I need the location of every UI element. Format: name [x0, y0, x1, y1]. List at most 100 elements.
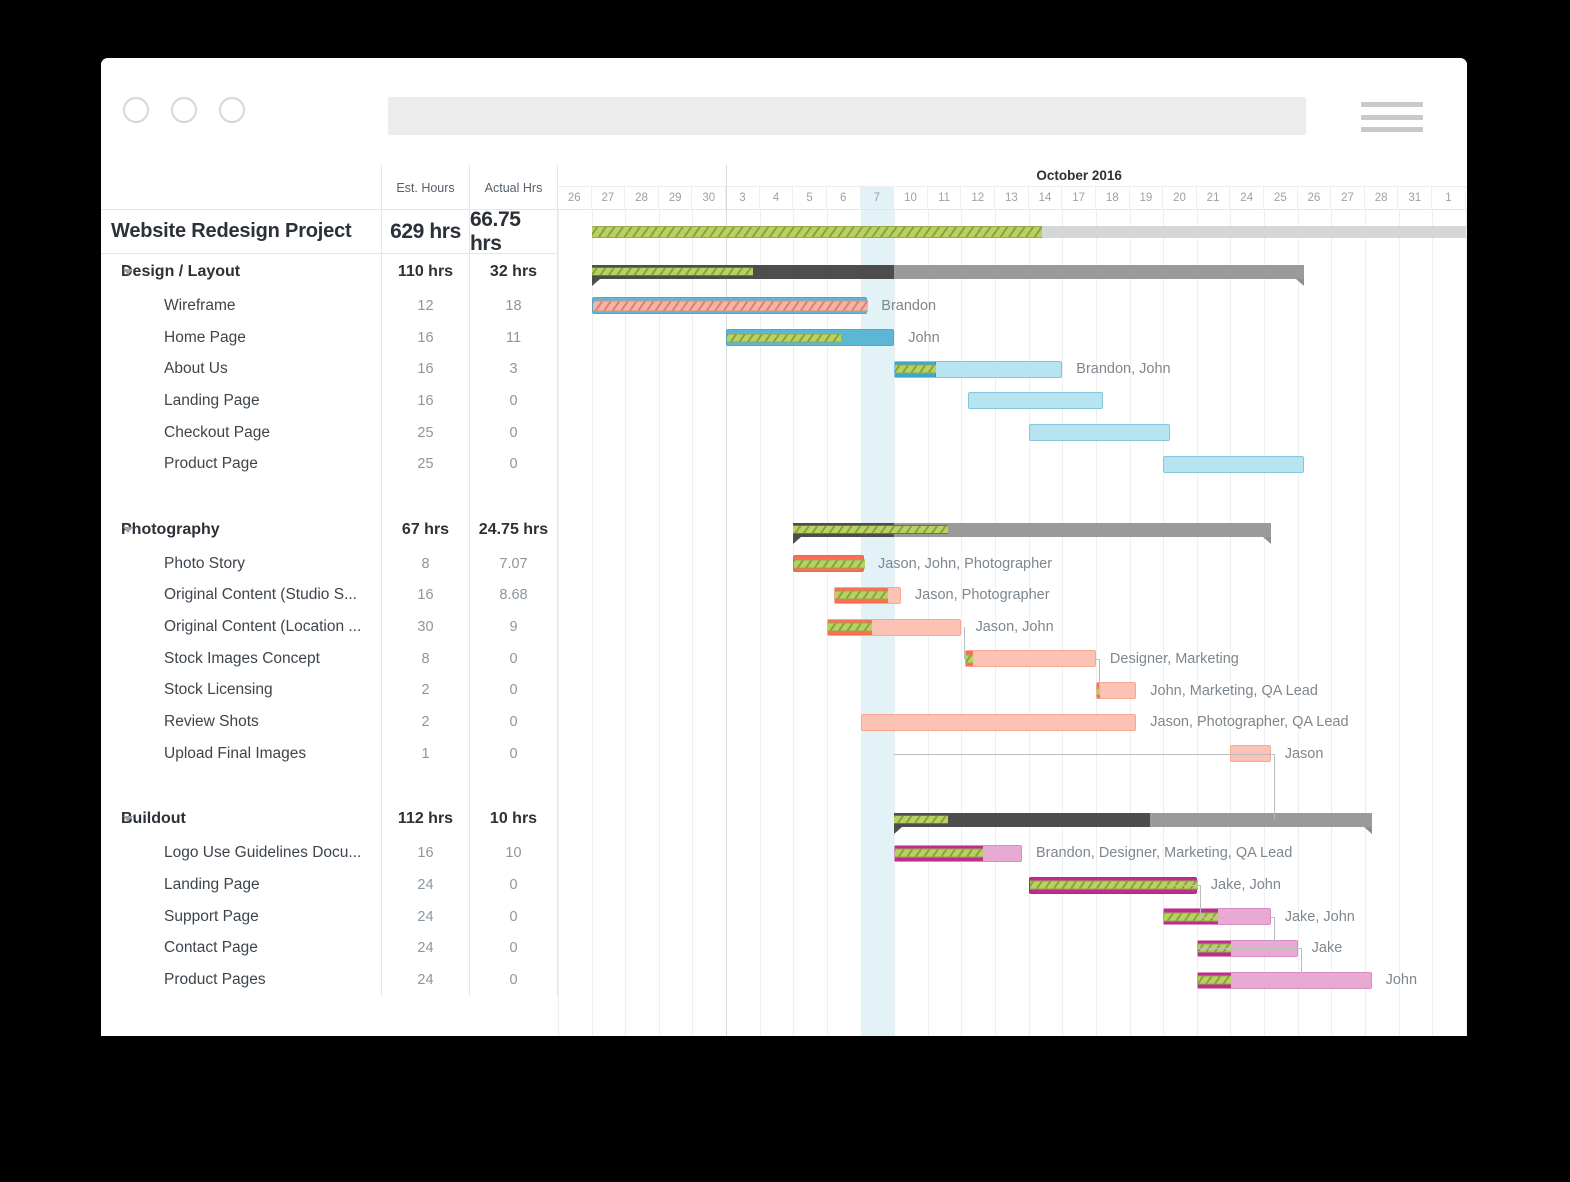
table-row[interactable]: Logo Use Guidelines Docu... 16 10 [101, 837, 558, 869]
spacer-act [470, 480, 558, 512]
table-row[interactable]: Photography 67 hrs 24.75 hrs [101, 511, 558, 548]
task-rows: Website Redesign Project 629 hrs 66.75 hrs… [101, 208, 558, 996]
table-row[interactable]: Website Redesign Project 629 hrs 66.75 hrs [101, 208, 558, 255]
task-bar[interactable] [793, 555, 865, 573]
day-tick-28: 28 [1365, 187, 1399, 210]
task-name-label: Support Page [164, 907, 259, 925]
actual-hours-cell: 0 [470, 416, 558, 449]
project-summary-bar[interactable] [591, 226, 1466, 238]
task-name-label: Logo Use Guidelines Docu... [164, 844, 362, 862]
actual-hours-cell: 0 [470, 737, 558, 770]
task-name-0-1: Home Page [101, 321, 382, 354]
table-row[interactable]: Design / Layout 110 hrs 32 hrs [101, 254, 558, 290]
table-row[interactable]: Product Pages 24 0 [101, 964, 558, 996]
task-name-label: Design / Layout [121, 263, 241, 280]
task-name-0-0: Wireframe [101, 290, 382, 322]
task-name-label: Landing Page [164, 391, 260, 409]
task-bar[interactable] [826, 618, 962, 636]
summary-cap-left [793, 536, 802, 544]
progress-stripe [895, 848, 983, 858]
window-minimize-dot-icon[interactable] [171, 97, 197, 123]
task-bar[interactable] [1163, 455, 1305, 473]
table-row[interactable]: About Us 16 3 [101, 353, 558, 386]
progress-stripe [794, 559, 865, 569]
window-close-dot-icon[interactable] [123, 97, 149, 123]
chevron-down-icon[interactable] [123, 269, 133, 275]
table-row[interactable]: Landing Page 24 0 [101, 869, 558, 901]
task-bar[interactable] [1196, 971, 1372, 989]
summary-cap-right [1262, 536, 1271, 544]
table-row[interactable]: Photo Story 8 7.07 [101, 547, 558, 580]
timeline-header: October 2016 26 27 28 29 30 3 4 5 6 7 10 11 12 13 14 17… [558, 165, 1467, 210]
dependency-connector [1196, 916, 1274, 918]
dependency-connector [1199, 885, 1201, 917]
table-row[interactable]: Contact Page 24 0 [101, 932, 558, 965]
task-name-label: Stock Images Concept [164, 649, 320, 667]
task-bar[interactable] [1028, 424, 1170, 442]
group-name-0: Design / Layout [101, 254, 382, 290]
task-bar[interactable] [894, 844, 1022, 862]
table-row[interactable]: Wireframe 12 18 [101, 290, 558, 322]
actual-hours-cell: 0 [470, 674, 558, 707]
est-hours-cell: 16 [382, 321, 470, 354]
task-name-2-4: Product Pages [101, 964, 382, 996]
column-header-actual-hours[interactable]: Actual Hrs [470, 165, 558, 210]
timeline-grid: Brandon John Brandon, John Jason, John, Pho… [558, 210, 1467, 1036]
table-row[interactable]: Home Page 16 11 [101, 321, 558, 354]
task-bar[interactable] [968, 392, 1103, 410]
task-bar[interactable] [1095, 682, 1137, 700]
table-row[interactable]: Product Page 25 0 [101, 448, 558, 481]
hamburger-menu-icon[interactable] [1361, 102, 1423, 132]
est-hours-cell: 67 hrs [382, 511, 470, 548]
task-bar[interactable] [591, 297, 869, 315]
task-list-pane: Est. Hours Actual Hrs Website Redesign P… [101, 165, 558, 1036]
est-hours-cell: 16 [382, 353, 470, 386]
task-name-label: Photo Story [164, 554, 245, 572]
gantt-bars: Brandon John Brandon, John Jason, John, Pho… [558, 210, 1467, 1036]
table-row[interactable]: Stock Licensing 2 0 [101, 674, 558, 707]
task-name-0-5: Product Page [101, 448, 382, 481]
table-row[interactable]: Original Content (Studio S... 16 8.68 [101, 579, 558, 612]
assignee-label: Jason, John [975, 619, 1054, 636]
window-controls[interactable] [123, 97, 245, 123]
table-row[interactable]: Stock Images Concept 8 0 [101, 642, 558, 675]
task-bar[interactable] [726, 329, 895, 347]
table-row[interactable]: Support Page 24 0 [101, 900, 558, 933]
est-hours-cell: 25 [382, 416, 470, 449]
task-name-label: Photography [121, 520, 220, 538]
group-summary-bar[interactable] [793, 522, 1271, 537]
task-bar[interactable] [833, 586, 901, 604]
window-maximize-dot-icon[interactable] [219, 97, 245, 123]
table-row[interactable]: Original Content (Location ... 30 9 [101, 611, 558, 643]
summary-cap-right [1363, 826, 1372, 834]
dependency-connector [894, 753, 1274, 755]
table-row[interactable]: Checkout Page 25 0 [101, 416, 558, 449]
column-header-est-hours[interactable]: Est. Hours [382, 165, 470, 210]
project-name: Website Redesign Project [101, 210, 382, 254]
address-bar-input[interactable] [388, 97, 1306, 135]
spacer-act [470, 769, 558, 802]
group-summary-bar[interactable] [591, 265, 1305, 279]
table-row[interactable]: Buildout 112 hrs 10 hrs [101, 801, 558, 838]
progress-stripe [965, 654, 973, 664]
actual-hours-cell: 0 [470, 385, 558, 417]
task-name-2-1: Landing Page [101, 869, 382, 901]
screenshot-stage: Est. Hours Actual Hrs Website Redesign P… [0, 0, 1570, 1182]
day-tick-18: 18 [1096, 187, 1130, 210]
task-bar[interactable] [964, 650, 1096, 668]
actual-hours-cell: 32 hrs [470, 254, 558, 290]
task-bar[interactable] [860, 713, 1137, 731]
assignee-label: Brandon, Designer, Marketing, QA Lead [1035, 845, 1293, 862]
chevron-down-icon[interactable] [123, 526, 133, 533]
actual-hours-cell: 3 [470, 353, 558, 386]
group-summary-bar[interactable] [894, 812, 1372, 827]
task-bar[interactable] [894, 360, 1063, 378]
browser-chrome [101, 58, 1467, 166]
table-row[interactable]: Review Shots 2 0 [101, 706, 558, 738]
table-row[interactable]: Upload Final Images 1 0 [101, 737, 558, 770]
assignee-label: John [908, 329, 940, 346]
day-tick-20: 20 [1163, 187, 1197, 210]
chevron-down-icon[interactable] [123, 816, 133, 823]
table-row[interactable]: Landing Page 16 0 [101, 385, 558, 417]
task-name-label: Wireframe [164, 296, 236, 314]
